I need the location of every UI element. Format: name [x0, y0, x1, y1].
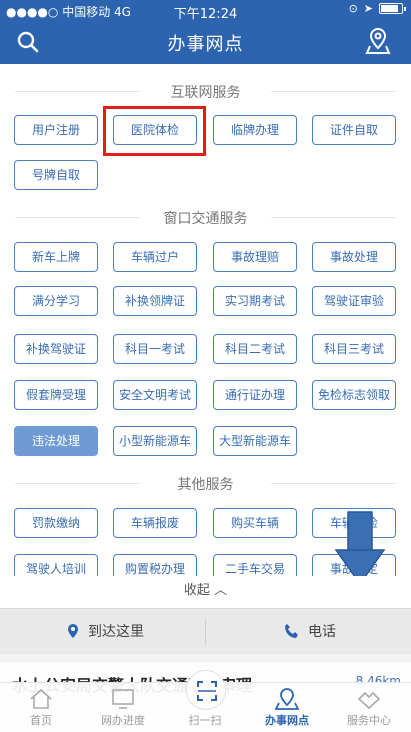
service-button[interactable]: 临牌办理 — [213, 115, 297, 145]
tab-label: 首页 — [30, 714, 52, 727]
service-button[interactable]: 二手车交易 — [213, 554, 297, 576]
battery-icon — [379, 3, 406, 14]
navigate-button[interactable]: 到达这里 — [66, 621, 144, 641]
service-button[interactable]: 驾驶人培训 — [14, 554, 98, 576]
service-button[interactable]: 事故处理 — [312, 242, 396, 272]
service-button[interactable]: 假套牌受理 — [14, 380, 98, 410]
highlight-box — [103, 106, 206, 156]
page-title: 办事网点 — [167, 34, 244, 55]
tab-label: 办事网点 — [265, 714, 309, 727]
tab-home[interactable]: 首页 — [0, 688, 82, 728]
nav-bar: 办事网点 — [0, 20, 411, 64]
rotation-lock-icon: ⊙ — [348, 2, 358, 15]
location-arrow-icon: ➤ — [363, 2, 373, 15]
phone-icon — [285, 624, 298, 638]
service-button[interactable]: 事故理赔 — [213, 242, 297, 272]
phone-label: 电话 — [308, 624, 336, 640]
tab-label: 扫一扫 — [188, 714, 222, 727]
collapse-label: 收起 — [183, 583, 210, 598]
service-button[interactable]: 罚款缴纳 — [14, 508, 98, 538]
home-icon — [30, 688, 52, 709]
service-button[interactable]: 购买车辆 — [213, 508, 297, 538]
map-location-icon[interactable] — [365, 27, 391, 55]
phone-button[interactable]: 电话 — [284, 621, 336, 641]
service-list[interactable]: 互联网服务 用户注册 医院体检 临牌办理 证件自取 号牌自取 窗口交通服务 新车… — [0, 64, 411, 576]
tab-progress[interactable]: 网办进度 — [82, 688, 164, 728]
scan-button[interactable] — [186, 670, 226, 710]
handshake-icon — [357, 691, 381, 710]
tab-label: 网办进度 — [101, 714, 145, 727]
service-button[interactable]: 车辆过户 — [113, 242, 197, 272]
service-button[interactable]: 大型新能源车 — [213, 426, 297, 456]
service-button[interactable]: 补换领牌证 — [113, 286, 197, 316]
service-button[interactable]: 证件自取 — [312, 115, 396, 145]
service-button[interactable]: 科目二考试 — [213, 334, 297, 364]
app-header: ●●●●○ 中国移动 4G 下午12:24 ⊙ ➤ 办事网点 — [0, 0, 411, 64]
service-button[interactable]: 车辆报废 — [113, 508, 197, 538]
service-button[interactable]: 号牌自取 — [14, 160, 98, 190]
section-title-internet: 互联网服务 — [0, 82, 411, 102]
service-button[interactable]: 补换驾驶证 — [14, 334, 98, 364]
down-arrow-icon — [334, 511, 386, 586]
monitor-icon — [112, 689, 134, 709]
status-icons: ⊙ ➤ — [348, 2, 406, 15]
service-button[interactable]: 通行证办理 — [213, 380, 297, 410]
map-location-icon — [274, 688, 300, 710]
service-button[interactable]: 用户注册 — [14, 115, 98, 145]
service-button[interactable]: 实习期考试 — [213, 286, 297, 316]
service-button-active[interactable]: 违法处理 — [14, 426, 98, 456]
service-button[interactable]: 科目一考试 — [113, 334, 197, 364]
collapse-toggle[interactable]: 收起 ︿ — [0, 576, 411, 608]
status-bar: ●●●●○ 中国移动 4G 下午12:24 ⊙ ➤ — [0, 0, 411, 22]
navigate-label: 到达这里 — [88, 624, 144, 640]
tab-label: 服务中心 — [347, 714, 391, 727]
tab-service-center[interactable]: 服务中心 — [328, 688, 410, 728]
action-bar: 到达这里 电话 — [0, 608, 411, 654]
chevron-up-icon: ︿ — [214, 583, 228, 598]
service-button[interactable]: 新车上牌 — [14, 242, 98, 272]
tab-service-points[interactable]: 办事网点 — [246, 688, 328, 728]
service-button[interactable]: 驾驶证审验 — [312, 286, 396, 316]
location-pin-icon — [68, 624, 78, 638]
service-button[interactable]: 安全文明考试 — [113, 380, 197, 410]
section-title-other: 其他服务 — [0, 474, 411, 494]
service-button[interactable]: 购置税办理 — [113, 554, 197, 576]
service-button[interactable]: 满分学习 — [14, 286, 98, 316]
service-button[interactable]: 小型新能源车 — [113, 426, 197, 456]
scan-icon — [197, 681, 217, 701]
service-button[interactable]: 科目三考试 — [312, 334, 396, 364]
section-title-window: 窗口交通服务 — [0, 208, 411, 228]
divider — [205, 619, 206, 645]
service-button[interactable]: 免检标志领取 — [312, 380, 396, 410]
